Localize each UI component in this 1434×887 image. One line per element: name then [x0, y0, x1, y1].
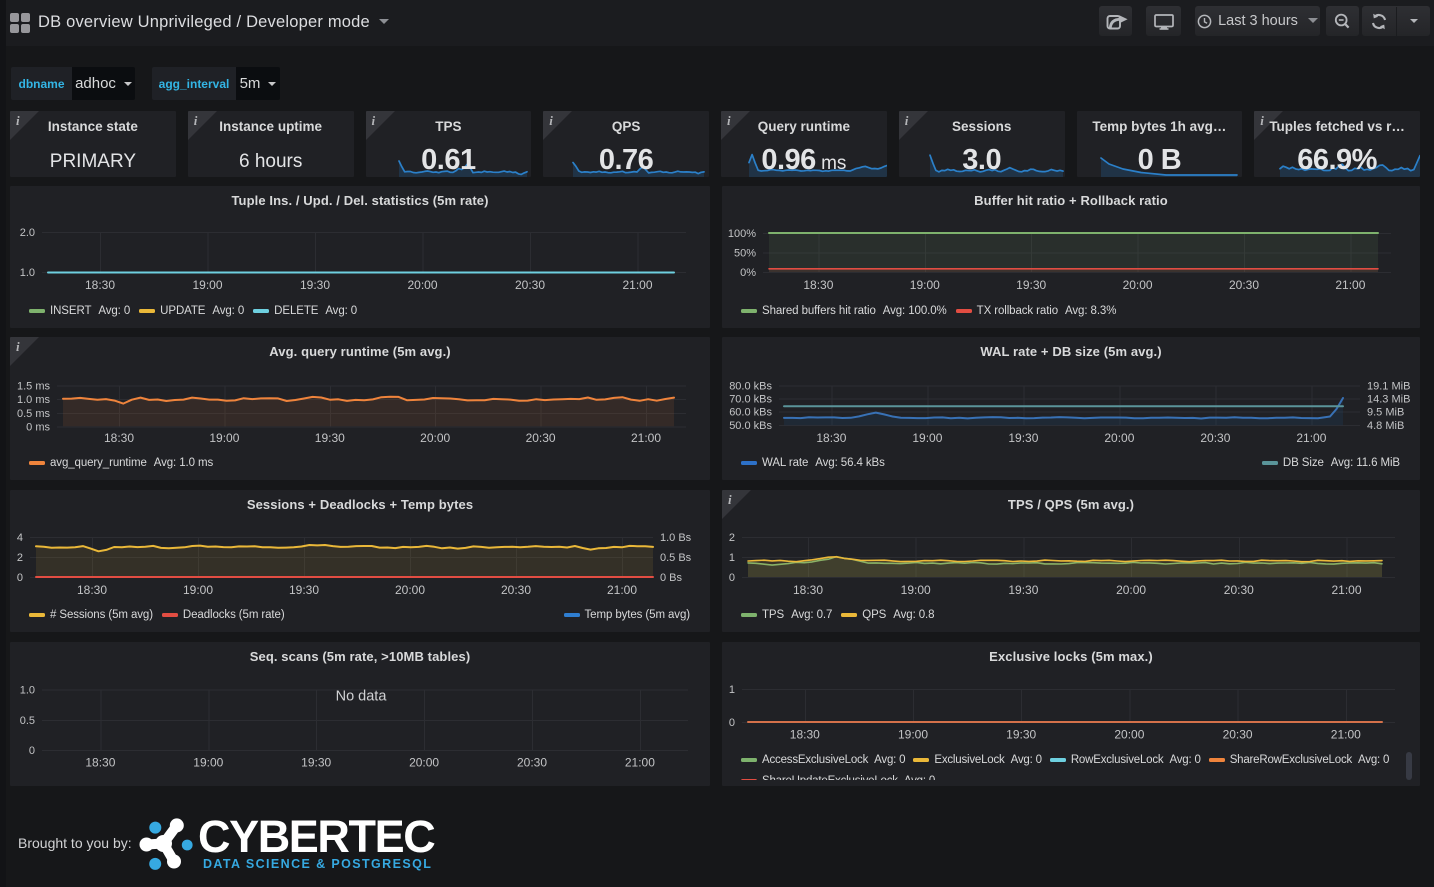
svg-text:20:00: 20:00: [420, 431, 450, 445]
svg-text:20:00: 20:00: [1116, 583, 1146, 597]
svg-text:60.0 kBs: 60.0 kBs: [729, 407, 772, 419]
svg-text:18:30: 18:30: [85, 278, 115, 292]
svg-text:19:30: 19:30: [301, 756, 331, 770]
svg-text:0.5 ms: 0.5 ms: [17, 408, 51, 420]
svg-text:80.0 kBs: 80.0 kBs: [729, 381, 772, 393]
svg-text:50%: 50%: [734, 248, 756, 260]
svg-text:0.5 Bs: 0.5 Bs: [660, 552, 692, 564]
svg-text:21:00: 21:00: [1331, 583, 1361, 597]
svg-text:2.0: 2.0: [20, 227, 35, 239]
svg-text:0 Bs: 0 Bs: [660, 572, 683, 584]
svg-text:21:00: 21:00: [607, 583, 637, 597]
svg-text:18:30: 18:30: [793, 583, 823, 597]
svg-text:21:00: 21:00: [625, 756, 655, 770]
svg-text:1.5 ms: 1.5 ms: [17, 381, 51, 393]
svg-text:19:30: 19:30: [315, 431, 345, 445]
svg-text:0 ms: 0 ms: [26, 421, 50, 433]
svg-text:19:00: 19:00: [912, 431, 942, 445]
svg-text:18:30: 18:30: [77, 583, 107, 597]
svg-text:21:00: 21:00: [1296, 431, 1326, 445]
svg-text:19:00: 19:00: [209, 431, 239, 445]
svg-text:9.5 MiB: 9.5 MiB: [1367, 407, 1404, 419]
svg-text:4: 4: [17, 532, 23, 544]
svg-text:20:00: 20:00: [409, 756, 439, 770]
svg-text:18:30: 18:30: [816, 431, 846, 445]
svg-text:18:30: 18:30: [803, 278, 833, 292]
svg-text:1.0 Bs: 1.0 Bs: [660, 532, 692, 544]
svg-text:19:30: 19:30: [1016, 278, 1046, 292]
svg-text:No data: No data: [336, 689, 388, 705]
svg-text:21:00: 21:00: [631, 431, 661, 445]
svg-text:1: 1: [729, 552, 735, 564]
svg-text:19:30: 19:30: [289, 583, 319, 597]
svg-text:20:30: 20:30: [517, 756, 547, 770]
svg-text:50.0 kBs: 50.0 kBs: [729, 420, 772, 432]
svg-text:20:00: 20:00: [1123, 278, 1153, 292]
svg-text:18:30: 18:30: [104, 431, 134, 445]
svg-text:20:00: 20:00: [407, 278, 437, 292]
svg-text:20:00: 20:00: [395, 583, 425, 597]
svg-text:1.0: 1.0: [20, 685, 35, 697]
svg-text:21:00: 21:00: [622, 278, 652, 292]
svg-text:20:30: 20:30: [1224, 583, 1254, 597]
svg-text:20:30: 20:30: [501, 583, 531, 597]
svg-text:19:00: 19:00: [183, 583, 213, 597]
svg-text:2: 2: [17, 552, 23, 564]
svg-text:14.3 MiB: 14.3 MiB: [1367, 393, 1410, 405]
svg-text:4.8 MiB: 4.8 MiB: [1367, 420, 1404, 432]
svg-text:20:30: 20:30: [526, 431, 556, 445]
svg-text:19:00: 19:00: [192, 278, 222, 292]
svg-text:21:00: 21:00: [1335, 278, 1365, 292]
svg-text:19:00: 19:00: [910, 278, 940, 292]
svg-text:19:00: 19:00: [193, 756, 223, 770]
svg-text:0: 0: [17, 572, 23, 584]
svg-text:20:30: 20:30: [1200, 431, 1230, 445]
svg-text:20:30: 20:30: [1229, 278, 1259, 292]
svg-text:19:30: 19:30: [300, 278, 330, 292]
svg-text:0.5: 0.5: [20, 715, 35, 727]
svg-text:19:00: 19:00: [901, 583, 931, 597]
svg-text:1.0: 1.0: [20, 267, 35, 279]
svg-text:70.0 kBs: 70.0 kBs: [729, 393, 772, 405]
svg-text:0%: 0%: [740, 267, 756, 279]
svg-text:20:30: 20:30: [515, 278, 545, 292]
svg-text:20:00: 20:00: [1104, 431, 1134, 445]
svg-text:19:30: 19:30: [1008, 583, 1038, 597]
svg-text:1.0 ms: 1.0 ms: [17, 394, 51, 406]
svg-text:19.1 MiB: 19.1 MiB: [1367, 381, 1410, 393]
svg-text:2: 2: [729, 532, 735, 544]
svg-text:0: 0: [729, 572, 735, 584]
svg-text:0: 0: [29, 745, 35, 757]
svg-text:100%: 100%: [728, 228, 756, 240]
svg-text:18:30: 18:30: [85, 756, 115, 770]
svg-text:19:30: 19:30: [1008, 431, 1038, 445]
